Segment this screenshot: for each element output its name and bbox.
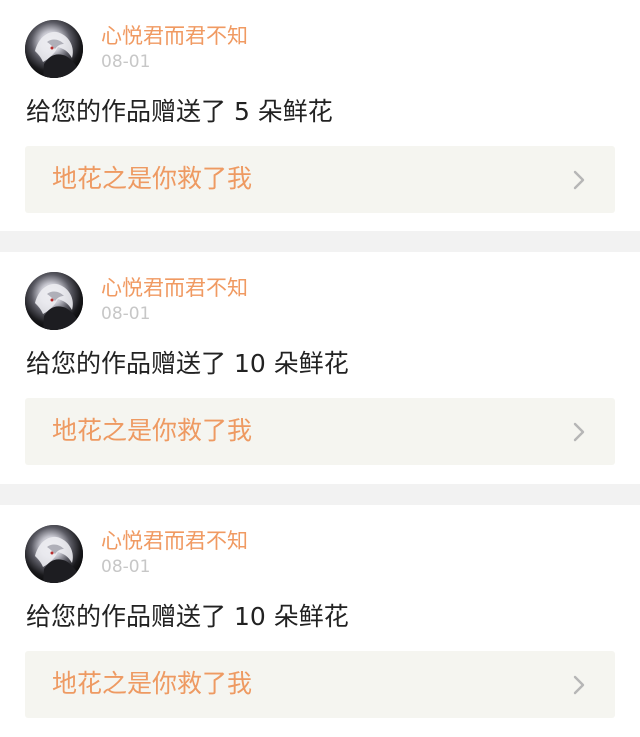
work-link[interactable]: 地花之是你救了我 (25, 146, 615, 213)
chevron-right-icon (571, 674, 587, 696)
notification-card: 心悦君而君不知 08-01 给您的作品赠送了 5 朵鲜花 地花之是你救了我 (0, 0, 640, 231)
notification-card: 心悦君而君不知 08-01 给您的作品赠送了 10 朵鲜花 地花之是你救了我 (0, 505, 640, 737)
username[interactable]: 心悦君而君不知 (101, 23, 248, 49)
work-link[interactable]: 地花之是你救了我 (25, 398, 615, 465)
username[interactable]: 心悦君而君不知 (101, 528, 248, 554)
avatar-image (25, 20, 83, 78)
date-text: 08-01 (101, 52, 151, 72)
avatar[interactable] (25, 525, 83, 583)
work-title: 地花之是你救了我 (52, 416, 253, 445)
chevron-right-icon (571, 421, 587, 443)
chevron-right-icon (571, 169, 587, 191)
gift-message: 给您的作品赠送了 5 朵鲜花 (26, 97, 333, 126)
gift-message: 给您的作品赠送了 10 朵鲜花 (26, 349, 349, 378)
work-title: 地花之是你救了我 (52, 164, 253, 193)
avatar-image (25, 272, 83, 330)
date-text: 08-01 (101, 304, 151, 324)
work-title: 地花之是你救了我 (52, 669, 253, 698)
work-link[interactable]: 地花之是你救了我 (25, 651, 615, 718)
date-text: 08-01 (101, 557, 151, 577)
notification-feed: 心悦君而君不知 08-01 给您的作品赠送了 5 朵鲜花 地花之是你救了我 心悦… (0, 0, 640, 737)
avatar-image (25, 525, 83, 583)
username[interactable]: 心悦君而君不知 (101, 275, 248, 301)
notification-card: 心悦君而君不知 08-01 给您的作品赠送了 10 朵鲜花 地花之是你救了我 (0, 252, 640, 484)
avatar[interactable] (25, 20, 83, 78)
avatar[interactable] (25, 272, 83, 330)
gift-message: 给您的作品赠送了 10 朵鲜花 (26, 602, 349, 631)
